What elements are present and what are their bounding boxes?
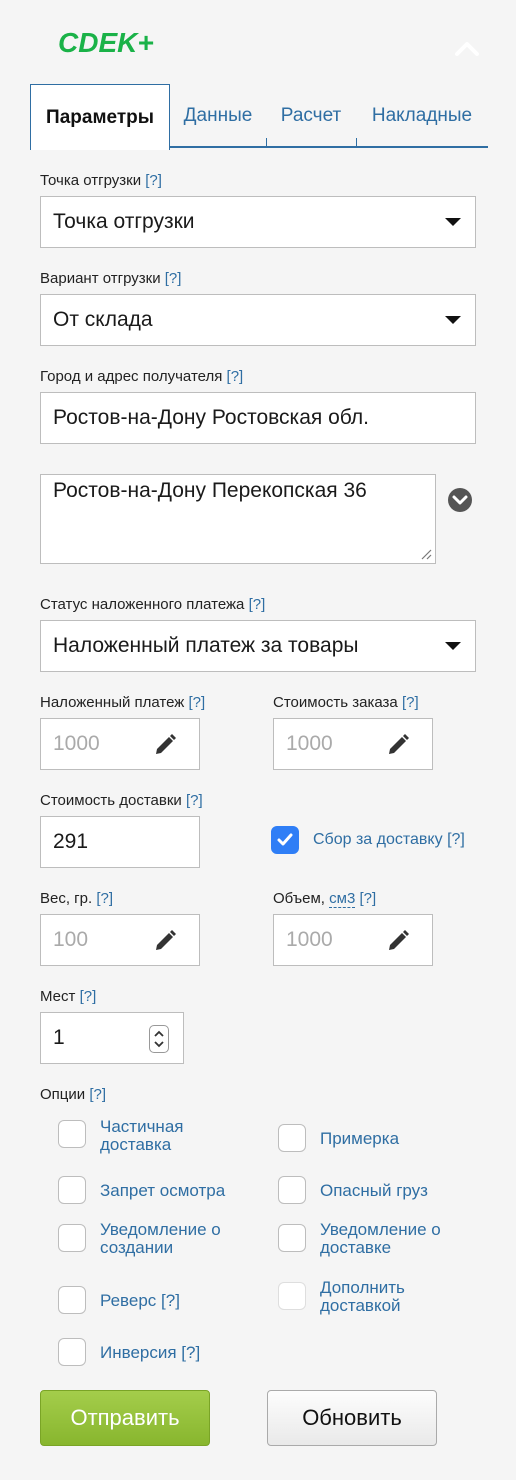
recipient-city-input[interactable]: Ростов-на-Дону Ростовская обл. (40, 392, 476, 444)
option-fitting-checkbox[interactable] (278, 1124, 306, 1152)
help-link[interactable]: [?] (96, 890, 113, 907)
help-link[interactable]: [?] (80, 988, 97, 1005)
option-notify-delivery-checkbox[interactable] (278, 1224, 306, 1252)
pencil-icon[interactable] (153, 929, 177, 953)
shipment-variant-value: От склада (53, 308, 153, 331)
pencil-icon[interactable] (386, 929, 410, 953)
refresh-button[interactable]: Обновить (267, 1390, 437, 1446)
order-cost-placeholder: 1000 (286, 732, 333, 755)
delivery-cost-input[interactable]: 291 (40, 816, 200, 868)
shipment-variant-label: Вариант отгрузки [?] (40, 270, 182, 287)
option-inversion-label[interactable]: Инверсия [?] (100, 1344, 200, 1362)
option-dangerous-cargo-checkbox[interactable] (278, 1176, 306, 1204)
recipient-label: Город и адрес получателя [?] (40, 368, 244, 385)
stepper-arrows-icon[interactable] (150, 1026, 168, 1052)
order-cost-label: Стоимость заказа [?] (273, 694, 419, 711)
places-number-input[interactable]: 1 (40, 1012, 184, 1064)
delivery-cost-label: Стоимость доставки [?] (40, 792, 203, 809)
cdek-logo: CDEK+ (58, 26, 158, 60)
volume-input[interactable]: 1000 (273, 914, 433, 966)
help-link[interactable]: [?] (89, 1086, 106, 1103)
order-cost-input[interactable]: 1000 (273, 718, 433, 770)
places-value: 1 (53, 1026, 65, 1049)
shipment-variant-select[interactable]: От склада (40, 294, 476, 346)
option-no-inspection-checkbox[interactable] (58, 1176, 86, 1204)
tab-calculation[interactable]: Расчет (266, 84, 356, 148)
places-label: Мест [?] (40, 988, 97, 1005)
shipment-point-select[interactable]: Точка отгрузки (40, 196, 476, 248)
cod-status-label: Статус наложенного платежа [?] (40, 596, 266, 613)
option-reverse-label[interactable]: Реверс [?] (100, 1292, 180, 1310)
option-fitting-label[interactable]: Примерка (320, 1130, 399, 1148)
shipment-point-label: Точка отгрузки [?] (40, 172, 162, 189)
weight-placeholder: 100 (53, 928, 89, 951)
volume-label: Объем, см3 [?] (273, 890, 377, 908)
help-link[interactable]: [?] (359, 890, 376, 907)
cod-label: Наложенный платеж [?] (40, 694, 206, 711)
dropdown-caret-icon (445, 316, 461, 324)
volume-placeholder: 1000 (286, 928, 333, 951)
help-link[interactable]: [?] (402, 694, 419, 711)
collapse-chevron-icon[interactable] (452, 36, 482, 60)
checkmark-icon (277, 833, 293, 846)
cod-status-value: Наложенный платеж за товары (53, 634, 359, 657)
option-no-inspection-label[interactable]: Запрет осмотра (100, 1182, 225, 1200)
delivery-fee-checkbox[interactable] (271, 826, 299, 854)
help-link[interactable]: [?] (189, 694, 206, 711)
option-dangerous-cargo-label[interactable]: Опасный груз (320, 1182, 428, 1200)
logo-text: CDEK+ (58, 27, 154, 58)
address-suggest-chevron-icon[interactable] (447, 487, 473, 513)
weight-label: Вес, гр. [?] (40, 890, 114, 907)
cod-input[interactable]: 1000 (40, 718, 200, 770)
dropdown-caret-icon (445, 218, 461, 226)
pencil-icon[interactable] (153, 733, 177, 757)
option-partial-delivery-label[interactable]: Частичная доставка (100, 1118, 183, 1154)
recipient-address-textarea[interactable]: Ростов-на-Дону Перекопская 36 (40, 474, 436, 564)
shipment-point-value: Точка отгрузки (53, 210, 195, 233)
option-partial-delivery-checkbox[interactable] (58, 1120, 86, 1148)
tab-bar: Параметры Данные Расчет Накладные (30, 84, 488, 150)
option-inversion-checkbox[interactable] (58, 1338, 86, 1366)
option-extra-delivery-label[interactable]: Дополнить доставкой (320, 1279, 405, 1315)
tab-parameters[interactable]: Параметры (30, 84, 170, 150)
send-button[interactable]: Отправить (40, 1390, 210, 1446)
pencil-icon[interactable] (386, 733, 410, 757)
help-link[interactable]: [?] (227, 368, 244, 385)
option-reverse-checkbox[interactable] (58, 1286, 86, 1314)
weight-input[interactable]: 100 (40, 914, 200, 966)
help-link[interactable]: [?] (249, 596, 266, 613)
delivery-fee-label[interactable]: Сбор за доставку [?] (313, 831, 465, 849)
recipient-address-value: Ростов-на-Дону Перекопская 36 (53, 479, 367, 502)
delivery-cost-value: 291 (53, 830, 89, 853)
number-stepper[interactable] (149, 1025, 169, 1053)
resize-handle-icon[interactable] (420, 548, 432, 560)
recipient-city-value: Ростов-на-Дону Ростовская обл. (53, 406, 369, 429)
option-notify-creation-label[interactable]: Уведомление о создании (100, 1221, 221, 1257)
dropdown-caret-icon (445, 642, 461, 650)
volume-unit-link[interactable]: см3 (329, 890, 356, 908)
options-label: Опции [?] (40, 1086, 106, 1103)
help-link[interactable]: [?] (165, 270, 182, 287)
cod-status-select[interactable]: Наложенный платеж за товары (40, 620, 476, 672)
option-notify-creation-checkbox[interactable] (58, 1224, 86, 1252)
help-link[interactable]: [?] (145, 172, 162, 189)
help-link[interactable]: [?] (186, 792, 203, 809)
tab-waybills[interactable]: Накладные (356, 84, 488, 148)
option-notify-delivery-label[interactable]: Уведомление о доставке (320, 1221, 441, 1257)
option-extra-delivery-checkbox[interactable] (278, 1282, 306, 1310)
cod-placeholder: 1000 (53, 732, 100, 755)
tab-data[interactable]: Данные (170, 84, 266, 148)
